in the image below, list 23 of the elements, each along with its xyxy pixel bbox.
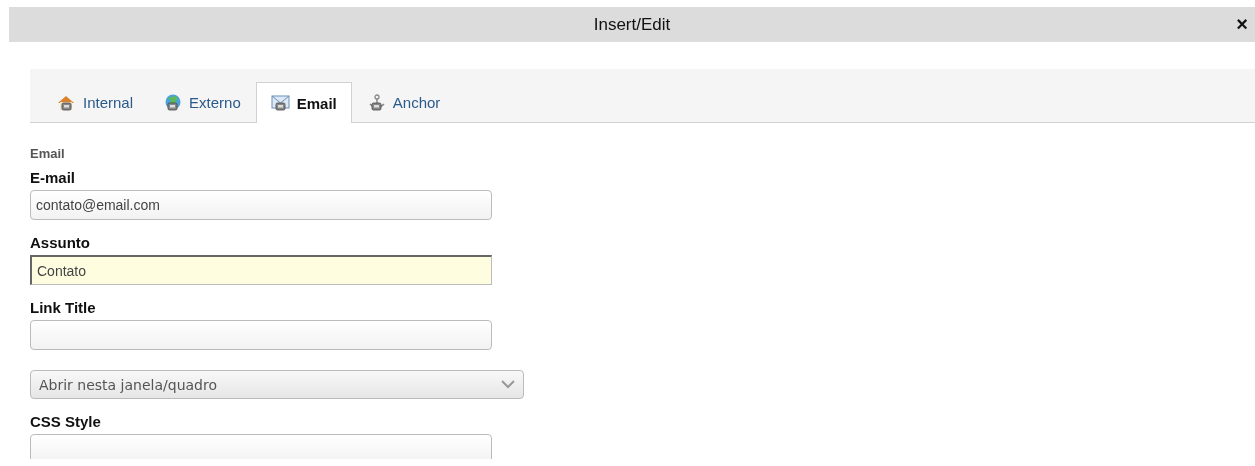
input-field[interactable] [30, 434, 492, 459]
section-heading: Email [30, 146, 66, 161]
anchor-icon [366, 93, 387, 112]
field-label: Assunto [30, 234, 91, 251]
tab[interactable]: Anchor [351, 82, 456, 122]
target-dropdown[interactable]: Abrir nesta janela/quadro [30, 370, 524, 399]
tab-label: Internal [83, 94, 134, 111]
tab-label: Externo [189, 94, 241, 111]
field-label: Link Title [30, 299, 97, 316]
chevron-down-icon [501, 380, 515, 389]
tab[interactable]: Email [255, 82, 352, 123]
field-label: E-mail [30, 169, 76, 186]
input-field[interactable]: Contato [30, 255, 492, 285]
tab-label: Email [296, 94, 337, 112]
tab[interactable]: Externo [148, 82, 256, 122]
field-label: CSS Style [30, 413, 102, 430]
close-button[interactable]: × [1236, 13, 1248, 36]
envelope-icon [270, 94, 291, 112]
tab-label: Anchor [392, 94, 441, 111]
input-field[interactable] [30, 320, 492, 350]
tab[interactable]: Internal [42, 82, 149, 122]
window-title: Insert/Edit [593, 14, 671, 35]
input-field[interactable]: contato@email.com [30, 190, 492, 220]
